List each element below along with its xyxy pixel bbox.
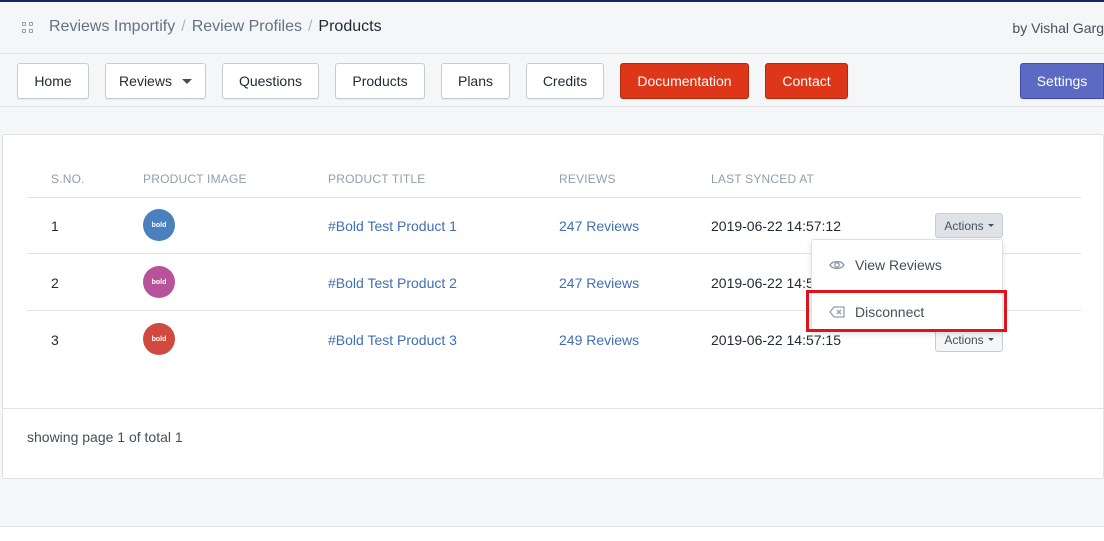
documentation-button[interactable]: Documentation bbox=[620, 63, 749, 99]
header-last-synced: LAST SYNCED AT bbox=[711, 172, 815, 186]
actions-label: Actions bbox=[944, 332, 984, 347]
breadcrumb-current: Products bbox=[318, 18, 382, 35]
row-sno: 3 bbox=[51, 332, 59, 348]
last-synced-value: 2019-06-22 14:57:15 bbox=[711, 332, 841, 348]
actions-button[interactable]: Actions bbox=[935, 213, 1003, 238]
breadcrumb-separator: / bbox=[181, 18, 186, 35]
nav-bar: Home Reviews Questions Products Plans Cr… bbox=[0, 55, 1104, 107]
header-divider bbox=[27, 197, 1081, 198]
home-button[interactable]: Home bbox=[17, 63, 89, 99]
view-reviews-menu-item[interactable]: View Reviews bbox=[812, 245, 1002, 285]
products-button[interactable]: Products bbox=[335, 63, 425, 99]
product-title-link[interactable]: #Bold Test Product 1 bbox=[328, 218, 457, 234]
plans-button[interactable]: Plans bbox=[441, 63, 510, 99]
actions-label: Actions bbox=[944, 218, 984, 233]
product-logo: bold bbox=[143, 209, 175, 241]
credits-button[interactable]: Credits bbox=[526, 63, 604, 99]
pagination-info: showing page 1 of total 1 bbox=[27, 429, 183, 445]
product-title-link[interactable]: #Bold Test Product 3 bbox=[328, 332, 457, 348]
caret-down-icon bbox=[181, 78, 192, 84]
reviews-link[interactable]: 247 Reviews bbox=[559, 275, 639, 291]
highlight-box bbox=[806, 290, 1007, 332]
eye-icon bbox=[829, 260, 845, 270]
header-product-title: PRODUCT TITLE bbox=[328, 172, 426, 186]
last-synced-value: 2019-06-22 14:57:12 bbox=[711, 218, 841, 234]
card-footer-divider bbox=[3, 408, 1103, 409]
contact-button[interactable]: Contact bbox=[765, 63, 848, 99]
settings-button[interactable]: Settings bbox=[1020, 63, 1104, 99]
product-logo: bold bbox=[143, 266, 175, 298]
reviews-dropdown-button[interactable]: Reviews bbox=[105, 63, 206, 99]
row-sno: 2 bbox=[51, 275, 59, 291]
caret-down-icon bbox=[987, 224, 994, 227]
header-product-image: PRODUCT IMAGE bbox=[143, 172, 247, 186]
byline: by Vishal Garg bbox=[1012, 20, 1104, 36]
breadcrumb-review-profiles[interactable]: Review Profiles bbox=[192, 18, 302, 35]
last-synced-value: 2019-06-22 14:57 bbox=[711, 275, 822, 291]
breadcrumb: Reviews Importify / Review Profiles / Produc… bbox=[49, 18, 382, 36]
row-sno: 1 bbox=[51, 218, 59, 234]
apps-grid-icon[interactable] bbox=[22, 22, 34, 34]
reviews-link[interactable]: 249 Reviews bbox=[559, 332, 639, 348]
product-logo: bold bbox=[143, 323, 175, 355]
product-title-link[interactable]: #Bold Test Product 2 bbox=[328, 275, 457, 291]
title-bar: Reviews Importify / Review Profiles / Produc… bbox=[0, 2, 1104, 54]
caret-down-icon bbox=[987, 338, 994, 341]
reviews-link[interactable]: 247 Reviews bbox=[559, 218, 639, 234]
reviews-button-label: Reviews bbox=[119, 73, 172, 89]
breadcrumb-separator: / bbox=[307, 18, 313, 35]
questions-button[interactable]: Questions bbox=[222, 63, 319, 99]
footer-strip bbox=[0, 526, 1104, 541]
breadcrumb-reviews-importify[interactable]: Reviews Importify bbox=[49, 18, 175, 35]
view-reviews-label: View Reviews bbox=[855, 257, 942, 273]
header-sno: S.NO. bbox=[51, 172, 85, 186]
header-reviews: REVIEWS bbox=[559, 172, 616, 186]
